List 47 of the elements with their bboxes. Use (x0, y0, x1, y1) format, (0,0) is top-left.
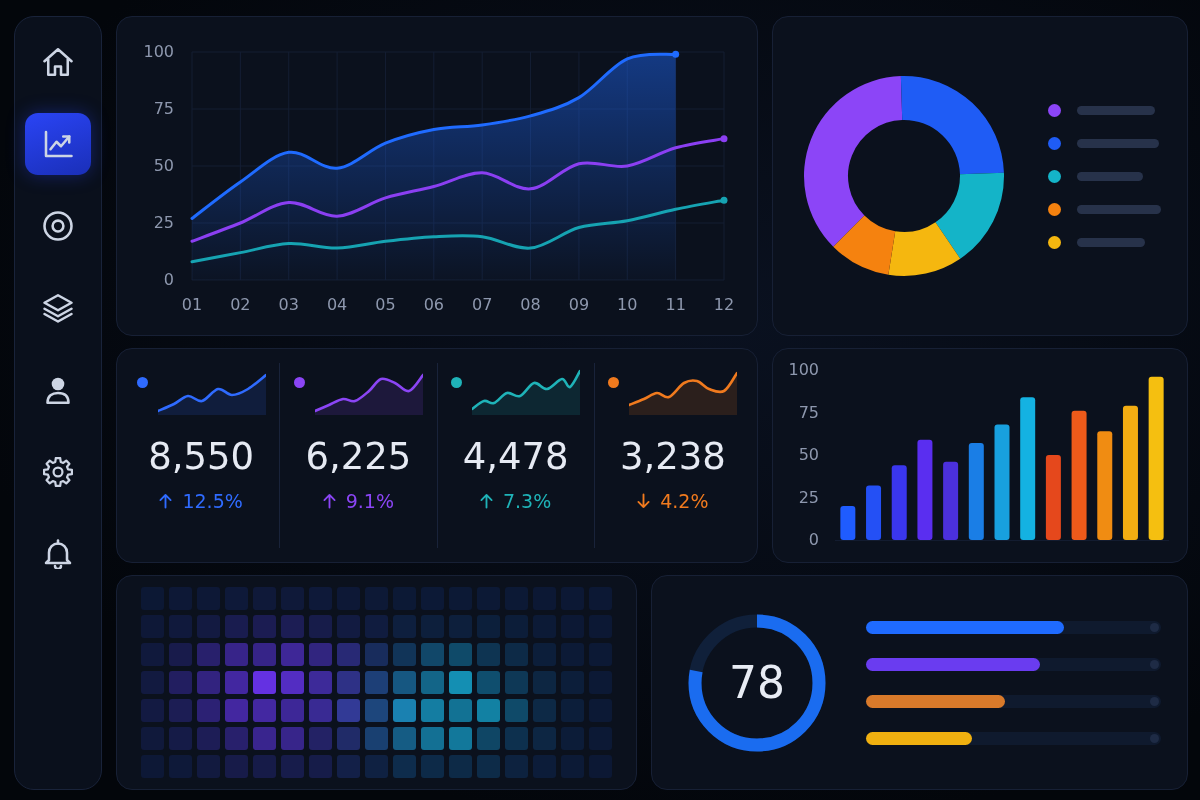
kpi-value: 4,478 (462, 437, 569, 478)
axis-label: 08 (520, 295, 541, 314)
axis-label: 100 (143, 42, 174, 61)
score-value: 78 (729, 657, 785, 708)
axis-label: 25 (153, 213, 174, 232)
kpi-change: 9.1% (345, 489, 394, 512)
legend-placeholder-bar (1076, 237, 1145, 247)
line-chart-icon (43, 129, 73, 159)
axis-label: 03 (278, 295, 299, 314)
bell-icon (43, 539, 73, 569)
axis-label: 10 (617, 295, 638, 314)
kpi-value: 6,225 (305, 437, 412, 478)
home-icon (43, 47, 73, 77)
kpi-value: 3,238 (619, 437, 726, 478)
user-icon (43, 375, 73, 405)
legend-placeholder-bar (1076, 171, 1143, 181)
axis-label: 12 (713, 295, 735, 314)
kpi-change: 4.2% (660, 489, 709, 512)
disc-icon (43, 211, 73, 241)
track-end-dot-icon (1150, 659, 1159, 669)
axis-label: 06 (423, 295, 444, 314)
track-end-dot-icon (1150, 622, 1159, 632)
axis-label: 0 (808, 530, 819, 549)
axis-label: 01 (181, 295, 203, 314)
axis-label: 100 (788, 360, 819, 379)
axis-label: 09 (568, 295, 590, 314)
kpi-value: 8,550 (148, 437, 255, 478)
track-end-dot-icon (1150, 696, 1159, 706)
nav-button[interactable] (25, 113, 91, 175)
bar (840, 506, 856, 540)
axis-label: 11 (665, 295, 686, 314)
axis-label: 50 (798, 445, 819, 464)
settings-icon (43, 457, 73, 487)
layers-icon (43, 293, 73, 323)
axis-label: 0 (163, 270, 174, 289)
axis-label: 25 (798, 487, 819, 507)
bar (866, 485, 882, 540)
track-end-dot-icon (1150, 733, 1159, 743)
kpi-change: 7.3% (503, 489, 552, 512)
axis-label: 07 (472, 295, 493, 314)
kpi-change: 12.5% (182, 489, 243, 512)
axis-label: 75 (798, 402, 819, 422)
axis-label: 02 (230, 295, 251, 314)
axis-label: 50 (153, 156, 174, 175)
axis-label: 04 (326, 295, 348, 314)
axis-label: 05 (375, 295, 396, 314)
axis-label: 75 (153, 99, 174, 118)
